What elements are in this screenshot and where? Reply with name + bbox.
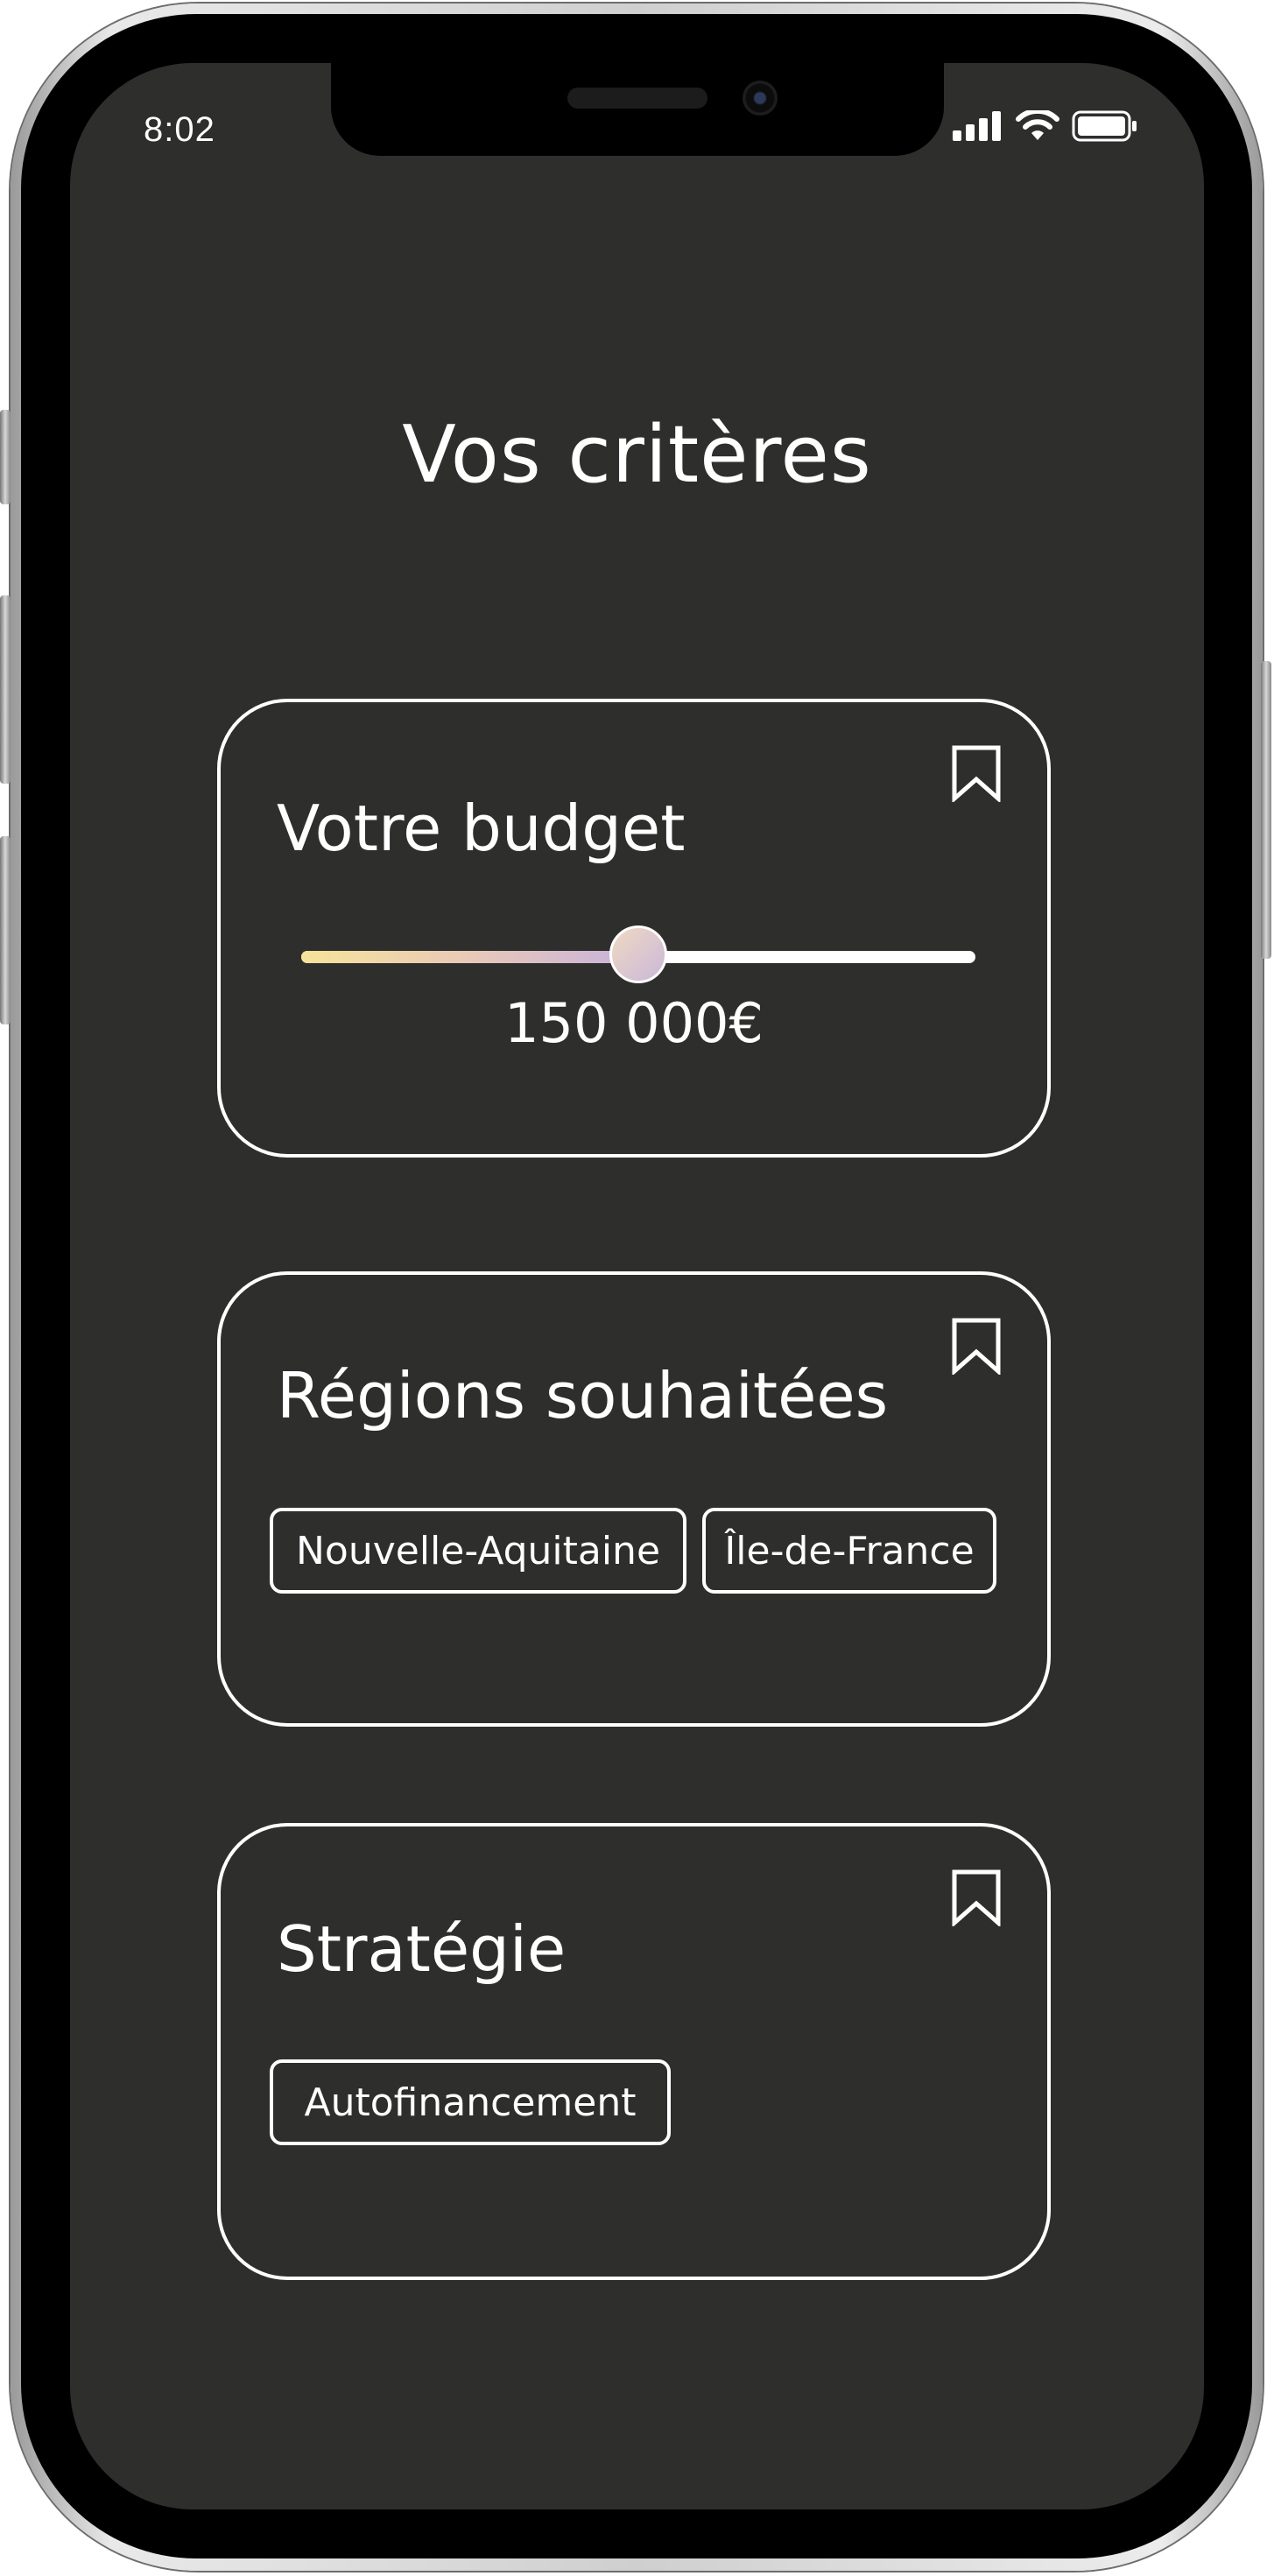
bookmark-icon[interactable] <box>951 744 1002 802</box>
budget-slider-fill <box>301 951 638 963</box>
notch <box>331 63 944 156</box>
battery-icon <box>1072 110 1137 142</box>
earpiece-speaker <box>567 88 707 109</box>
phone-screen: 8:02 Vos critères Votre budget 150 000€ … <box>70 63 1204 2509</box>
budget-value: 150 000€ <box>504 991 764 1055</box>
silent-switch <box>0 410 11 504</box>
strategy-card-title: Stratégie <box>277 1912 567 1986</box>
strategy-chip-autofinancement[interactable]: Autofinancement <box>270 2059 671 2145</box>
budget-slider-thumb[interactable] <box>609 926 667 983</box>
cellular-signal-icon <box>953 111 1001 141</box>
wifi-icon <box>1016 110 1059 140</box>
region-chip-ile-de-france[interactable]: Île-de-France <box>702 1508 996 1594</box>
status-icons <box>953 107 1138 145</box>
bookmark-icon[interactable] <box>951 1869 1002 1926</box>
status-time: 8:02 <box>144 110 215 149</box>
strategy-card: Stratégie Autofinancement <box>217 1823 1051 2280</box>
volume-up-button <box>0 595 11 784</box>
bookmark-icon[interactable] <box>951 1317 1002 1375</box>
budget-card: Votre budget 150 000€ <box>217 699 1051 1158</box>
budget-card-title: Votre budget <box>277 792 686 865</box>
budget-slider[interactable] <box>301 926 975 983</box>
regions-card: Régions souhaitées Nouvelle-Aquitaine Îl… <box>217 1271 1051 1727</box>
page-title: Vos critères <box>402 409 872 501</box>
front-camera <box>743 81 778 116</box>
volume-down-button <box>0 836 11 1024</box>
regions-card-title: Régions souhaitées <box>277 1359 889 1432</box>
power-button <box>1261 661 1271 959</box>
region-chip-nouvelle-aquitaine[interactable]: Nouvelle-Aquitaine <box>270 1508 686 1594</box>
